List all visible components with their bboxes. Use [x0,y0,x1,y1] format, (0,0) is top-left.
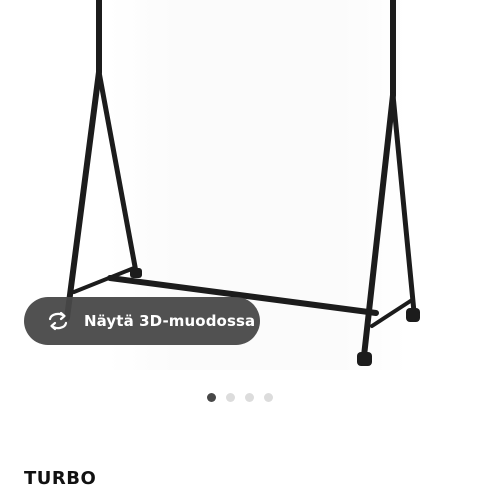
rotate-3d-icon [44,307,72,335]
view-3d-label: Näytä 3D-muodossa [84,312,256,330]
carousel-dots [0,393,480,402]
carousel-dot-3[interactable] [245,393,254,402]
carousel-dot-1[interactable] [207,393,216,402]
carousel-dot-4[interactable] [264,393,273,402]
product-name: TURBO [24,468,97,489]
carousel-dot-2[interactable] [226,393,235,402]
view-3d-button[interactable]: Näytä 3D-muodossa [24,297,260,345]
